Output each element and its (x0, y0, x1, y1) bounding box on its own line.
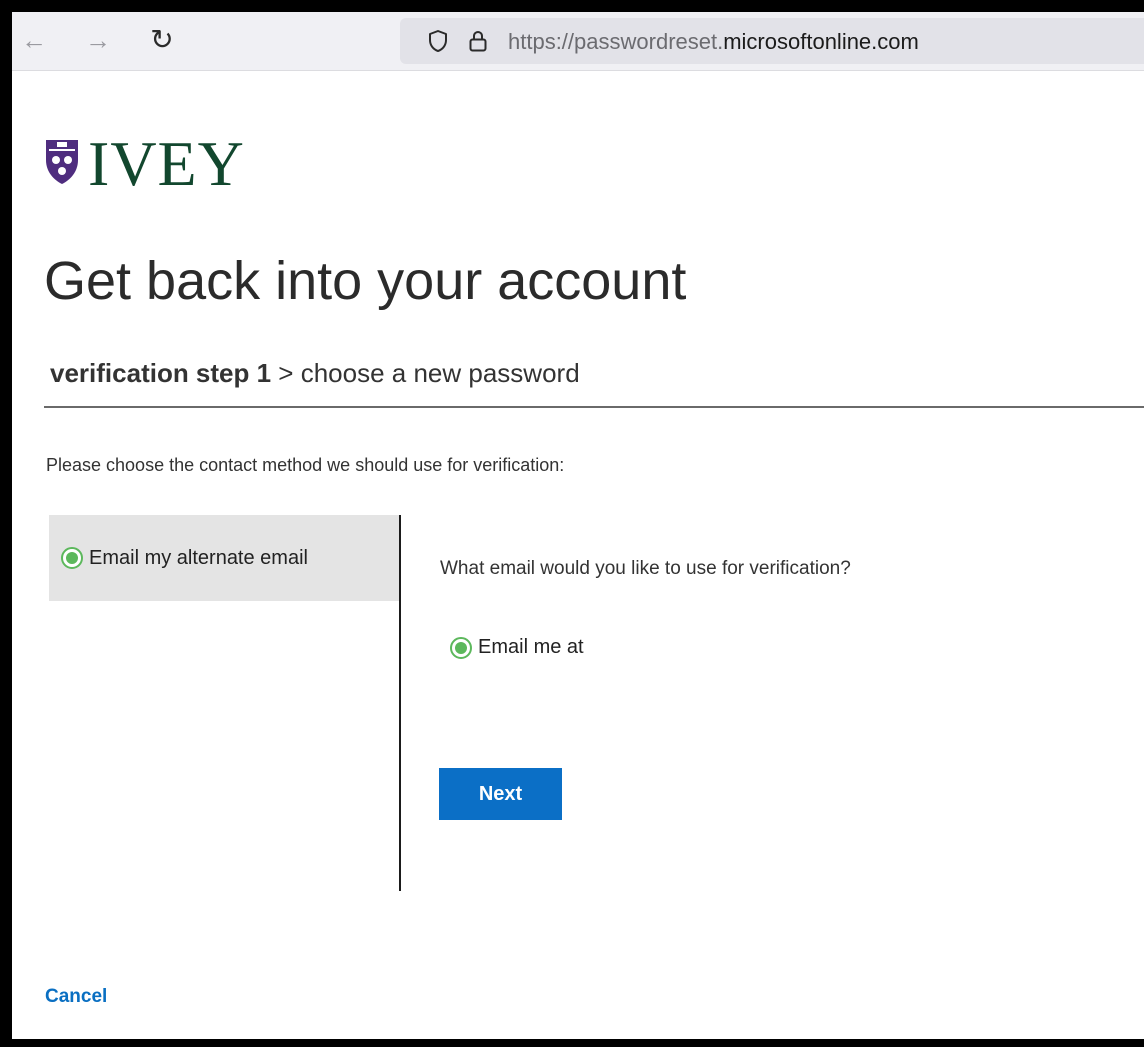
browser-window: ← → ↻ https://passwordreset.microsoftonl… (12, 12, 1144, 1039)
arrow-left-icon: ← (21, 25, 47, 55)
address-bar[interactable]: https://passwordreset.microsoftonline.co… (400, 18, 1144, 64)
arrow-right-icon: → (85, 25, 111, 55)
reload-icon: ↻ (150, 24, 174, 55)
page-title: Get back into your account (44, 251, 687, 311)
url-domain: microsoftonline.com (723, 29, 919, 54)
method-email-alternate[interactable]: Email my alternate email (49, 515, 399, 601)
logo-text: IVEY (88, 128, 245, 199)
next-step: choose a new password (300, 358, 580, 388)
step-breadcrumb: verification step 1 > choose a new passw… (50, 358, 580, 389)
step-divider (44, 406, 1144, 408)
instruction-text: Please choose the contact method we shou… (46, 455, 565, 475)
crest-icon (46, 140, 78, 184)
radio-selected-icon[interactable] (61, 547, 83, 569)
shield-icon[interactable] (426, 29, 450, 53)
lock-icon[interactable] (466, 29, 490, 53)
radio-selected-icon[interactable] (450, 636, 472, 659)
next-button[interactable]: Next (439, 768, 562, 820)
browser-toolbar: ← → ↻ https://passwordreset.microsoftonl… (12, 12, 1144, 71)
reload-button[interactable]: ↻ (144, 22, 180, 58)
url-text[interactable]: https://passwordreset.microsoftonline.co… (508, 29, 919, 55)
contact-method-list: Email my alternate email (49, 515, 401, 891)
step-separator: > (271, 358, 301, 388)
forward-button[interactable]: → (80, 22, 116, 58)
method-label: Email my alternate email (89, 546, 308, 569)
url-prefix: https://passwordreset. (508, 29, 724, 54)
back-button[interactable]: ← (16, 22, 52, 58)
current-step: verification step 1 (50, 358, 272, 388)
verification-question: What email would you like to use for ver… (440, 558, 851, 579)
ivey-logo: IVEY (44, 116, 245, 196)
email-me-option[interactable]: Email me at (450, 636, 584, 659)
email-option-label: Email me at (478, 636, 584, 658)
cancel-link[interactable]: Cancel (45, 986, 107, 1008)
